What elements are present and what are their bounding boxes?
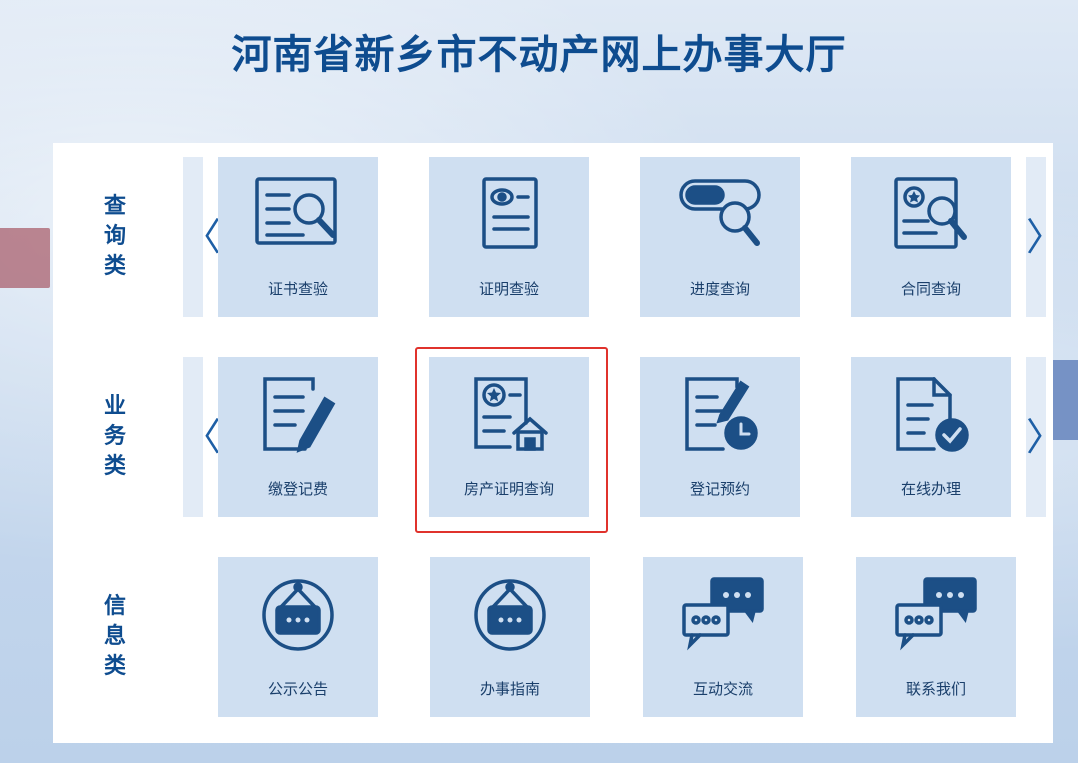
contract-search-icon	[894, 177, 967, 249]
tile-label: 联系我们	[905, 680, 966, 698]
tile-certificate-verify[interactable]: 证书查验	[218, 157, 378, 317]
chat-bubbles-icon	[682, 577, 764, 651]
tile-progress-query[interactable]: 进度查询	[640, 157, 800, 317]
background-sign	[0, 228, 50, 288]
tile-label: 在线办理	[900, 480, 961, 498]
query-next-arrow[interactable]: 〉	[1026, 157, 1064, 317]
online-handle-check-icon	[896, 377, 969, 452]
selection-highlight	[415, 347, 608, 533]
tile-online-handle[interactable]: 在线办理	[851, 357, 1011, 517]
category-label-query: 查 询 类	[103, 194, 126, 279]
tile-pay-registration-fee[interactable]: 缴登记费	[218, 357, 378, 517]
tile-label: 登记预约	[689, 480, 750, 498]
announcement-sign-icon	[262, 579, 334, 651]
tile-label: 合同查询	[900, 280, 961, 298]
tile-service-guide[interactable]: 办事指南	[430, 557, 590, 717]
business-prev-arrow[interactable]: 〈	[183, 357, 221, 517]
tile-interactive-exchange[interactable]: 互动交流	[643, 557, 803, 717]
business-next-arrow[interactable]: 〉	[1026, 357, 1064, 517]
tile-label: 公示公告	[267, 680, 328, 698]
category-label-info: 信 息 类	[103, 594, 126, 679]
tile-contact-us[interactable]: 联系我们	[856, 557, 1016, 717]
tile-label: 证明查验	[478, 280, 539, 298]
guide-sign-icon	[474, 579, 546, 651]
contact-chat-icon	[895, 577, 977, 651]
tile-label: 缴登记费	[267, 480, 328, 498]
appointment-clock-icon	[685, 377, 758, 451]
tile-label: 进度查询	[689, 280, 750, 298]
progress-search-icon	[679, 179, 761, 246]
tile-contract-query[interactable]: 合同查询	[851, 157, 1011, 317]
query-prev-arrow[interactable]: 〈	[183, 157, 221, 317]
category-label-business: 业 务 类	[103, 394, 126, 479]
document-edit-icon	[263, 377, 336, 453]
tile-label: 办事指南	[479, 680, 540, 698]
tile-public-announcement[interactable]: 公示公告	[218, 557, 378, 717]
certificate-search-icon	[255, 177, 337, 245]
tile-registration-appointment[interactable]: 登记预约	[640, 357, 800, 517]
tile-label: 互动交流	[692, 680, 753, 698]
tile-proof-verify[interactable]: 证明查验	[429, 157, 589, 317]
page-title: 河南省新乡市不动产网上办事大厅	[231, 32, 847, 78]
tile-label: 证书查验	[267, 280, 328, 298]
proof-document-icon	[482, 177, 538, 249]
